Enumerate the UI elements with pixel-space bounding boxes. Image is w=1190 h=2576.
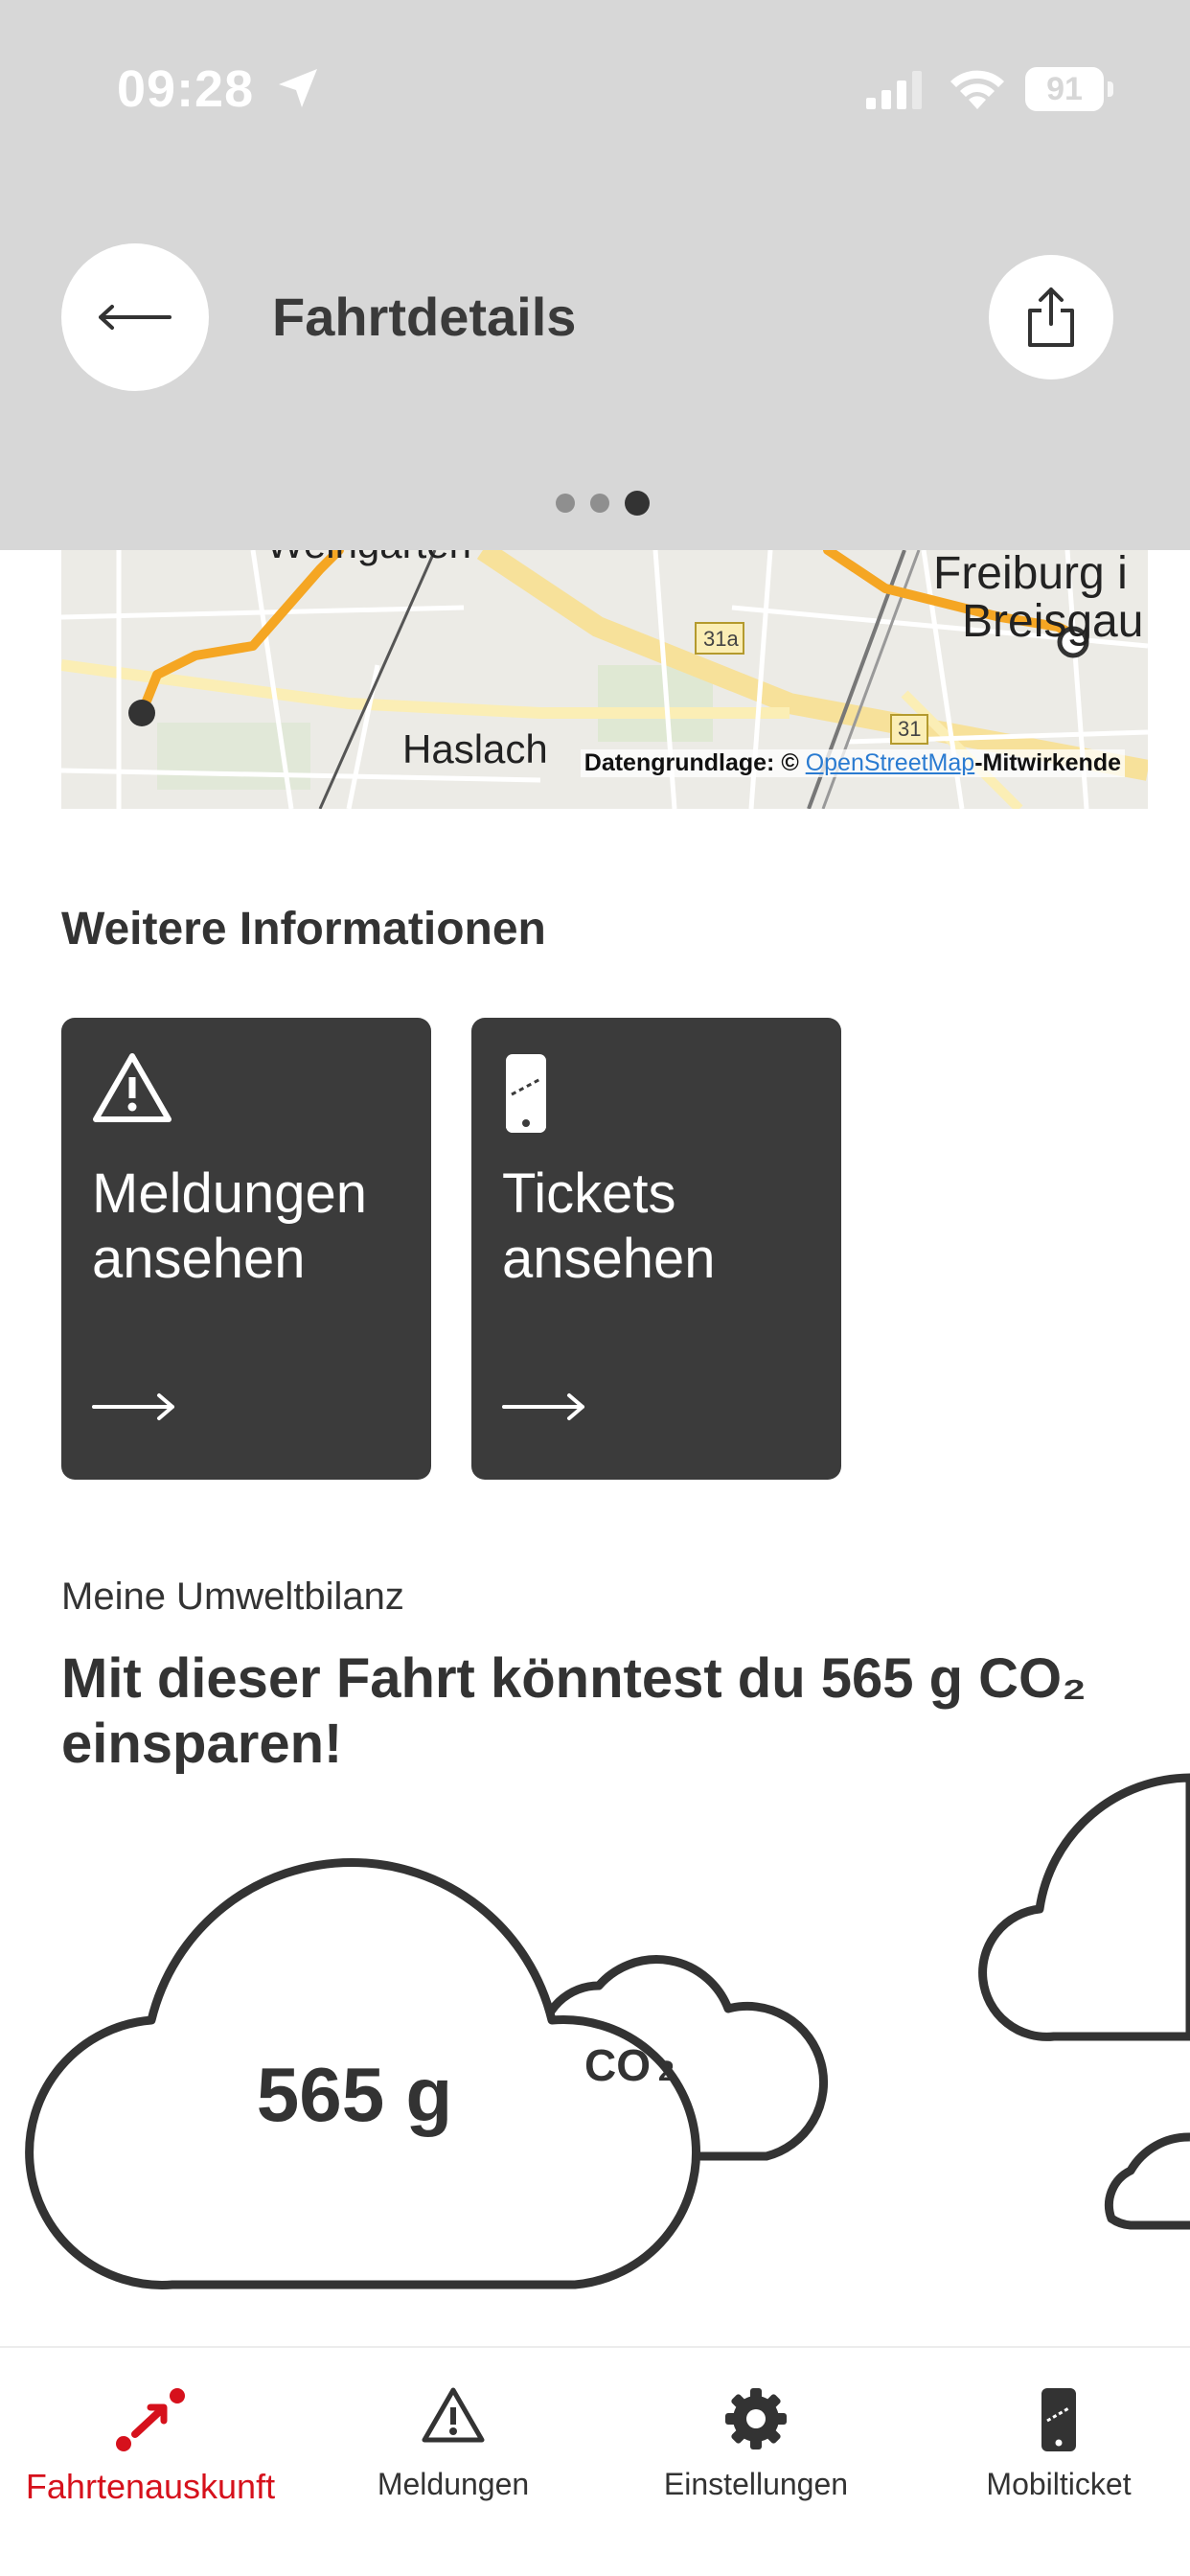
arrow-right-icon (502, 1393, 584, 1420)
route-map[interactable]: Weingarten Haslach Freiburg i Breisgau 3… (61, 550, 1148, 809)
page-dot (556, 494, 575, 513)
attribution-suffix: -Mitwirkende (974, 749, 1121, 776)
map-label-road-31: 31 (898, 717, 921, 741)
arrow-right-icon (92, 1393, 174, 1420)
tab-label-fahrtenauskunft: Fahrtenauskunft (25, 2467, 276, 2506)
tab-meldungen[interactable]: Meldungen (305, 2348, 602, 2576)
arrow-left-icon (99, 305, 172, 330)
page-indicator (556, 491, 650, 516)
tickets-tile-label: Tickets ansehen (502, 1162, 716, 1290)
messages-tile[interactable]: Meldungen ansehen (61, 1018, 431, 1480)
battery-level: 91 (1046, 71, 1083, 107)
tab-label-einstellungen: Einstellungen (663, 2467, 849, 2501)
co2-label-subscript: 2 (658, 2056, 675, 2087)
share-button[interactable] (989, 255, 1113, 380)
tab-label-meldungen: Meldungen (377, 2467, 530, 2501)
share-icon (1028, 288, 1074, 347)
route-icon (116, 2388, 185, 2451)
mobile-ticket-icon (506, 1054, 546, 1133)
openstreetmap-link[interactable]: OpenStreetMap (806, 749, 975, 776)
status-time: 09:28 (117, 60, 255, 118)
co2-cloud-label: CO 2 (584, 2039, 675, 2091)
page-title: Fahrtdetails (272, 287, 577, 347)
co2-label: CO (584, 2040, 651, 2090)
map-label-freiburg-2: Breisgau (962, 596, 1143, 647)
location-arrow-icon (279, 69, 317, 107)
tab-einstellungen[interactable]: Einstellungen (607, 2348, 904, 2576)
tab-fahrtenauskunft[interactable]: Fahrtenauskunft (2, 2348, 299, 2576)
warning-triangle-icon (93, 1053, 172, 1122)
tab-mobilticket[interactable]: Mobilticket (910, 2348, 1190, 2576)
messages-tile-label: Meldungen ansehen (92, 1162, 367, 1290)
map-label-road-31a: 31a (703, 627, 739, 651)
map-label-haslach: Haslach (402, 726, 548, 771)
attribution-prefix: Datengrundlage: © (584, 749, 806, 776)
wifi-icon (950, 70, 1004, 109)
page-dot (590, 494, 609, 513)
gear-icon (725, 2388, 787, 2450)
co2-saving-value: 565 g (256, 2052, 453, 2137)
page-dot-active (625, 491, 650, 516)
warning-triangle-icon (422, 2387, 485, 2443)
battery-indicator: 91 (1025, 67, 1113, 111)
back-button[interactable] (61, 243, 209, 391)
tab-label-mobilticket: Mobilticket (986, 2467, 1132, 2501)
section-title-info: Weitere Informationen (61, 904, 546, 954)
map-label-freiburg-1: Freiburg i (933, 550, 1128, 599)
signal-icon (866, 71, 922, 109)
tab-bar: Fahrtenauskunft Meldungen Einstellungen … (0, 2346, 1190, 2576)
tickets-tile[interactable]: Tickets ansehen (471, 1018, 841, 1480)
header: 09:28 91 Fahrtdetails (0, 0, 1190, 550)
eco-headline: Mit dieser Fahrt könntest du 565 g CO₂ e… (61, 1647, 1087, 1775)
mobile-ticket-icon (1041, 2388, 1076, 2451)
map-label-weingarten: Weingarten (266, 550, 471, 566)
map-attribution: Datengrundlage: © OpenStreetMap-Mitwirke… (580, 749, 1125, 777)
eco-subtitle: Meine Umweltbilanz (61, 1576, 404, 1618)
